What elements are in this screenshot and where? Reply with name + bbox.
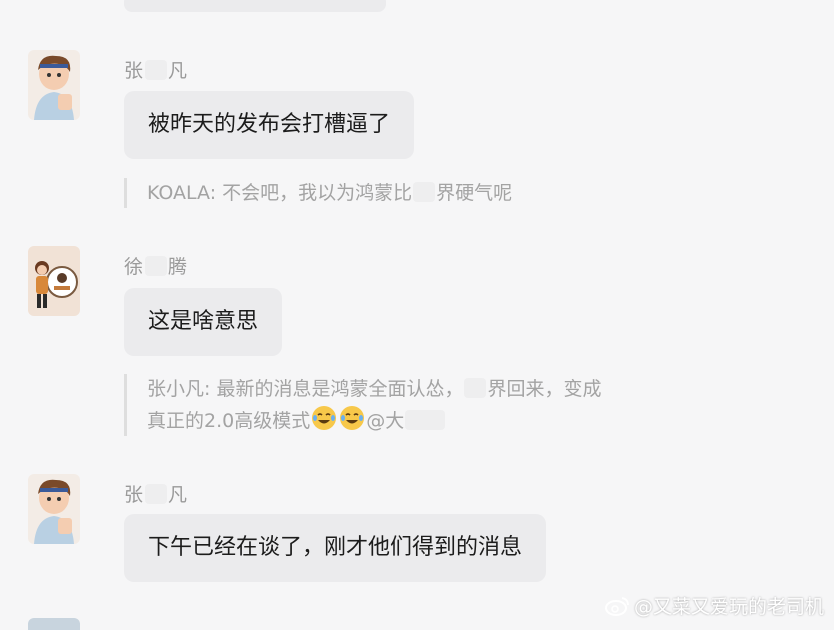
laughing-tears-emoji-icon: [340, 406, 365, 430]
message-bubble[interactable]: 下午已经在谈了，刚才他们得到的消息: [124, 514, 547, 582]
cartoon-boy-avatar-icon: [28, 474, 80, 544]
weibo-logo-icon: [604, 597, 629, 616]
laughing-tears-emoji-icon: [312, 406, 337, 430]
user-avatar[interactable]: [28, 246, 80, 316]
sender-name-prefix: 张: [124, 60, 145, 82]
quote-text-prefix: KOALA: 不会吧，我以为鸿蒙比: [147, 182, 413, 204]
quoted-reply[interactable]: 张小凡: 最新的消息是鸿蒙全面认怂， 界回来，变成 真正的2.0高级模式 @大: [124, 374, 601, 436]
name-redaction: [145, 484, 168, 504]
quote-mention: @大: [366, 410, 405, 432]
user-avatar[interactable]: [28, 474, 80, 544]
watermark-text: @又菜又爱玩的老司机: [633, 596, 824, 618]
name-redaction: [145, 256, 168, 276]
name-redaction: [145, 60, 168, 80]
user-avatar[interactable]: [28, 50, 80, 120]
message-bubble[interactable]: 这是啥意思: [124, 288, 283, 356]
cartoon-boy-avatar-icon: [28, 50, 80, 120]
sender-name: 张凡: [124, 480, 188, 507]
quote-line-1: 张小凡: 最新的消息是鸿蒙全面认怂， 界回来，变成: [147, 374, 601, 404]
quote-redaction: [413, 182, 436, 202]
watermark: @又菜又爱玩的老司机: [604, 592, 824, 619]
previous-message-bubble: [124, 0, 386, 12]
message-bubble[interactable]: 被昨天的发布会打槽逼了: [124, 91, 415, 159]
sender-name-suffix: 凡: [168, 484, 189, 506]
quote-text-main: 真正的2.0高级模式: [147, 410, 311, 432]
sender-name-suffix: 腾: [168, 256, 189, 278]
quote-line-2: 真正的2.0高级模式 @大: [147, 404, 601, 436]
quoted-reply[interactable]: KOALA: 不会吧，我以为鸿蒙比 界硬气呢: [124, 178, 512, 208]
sender-name-suffix: 凡: [168, 60, 189, 82]
quote-redaction: [464, 378, 487, 398]
sender-name-prefix: 徐: [124, 256, 145, 278]
quote-text-suffix: 界硬气呢: [436, 182, 513, 204]
sender-name-prefix: 张: [124, 484, 145, 506]
quote-text-prefix: 张小凡: 最新的消息是鸿蒙全面认怂，: [147, 378, 464, 400]
cartoon-badge-avatar-icon: [28, 246, 80, 316]
quote-redaction: [405, 410, 446, 430]
next-message-avatar: [28, 618, 80, 630]
sender-name: 张凡: [124, 56, 188, 83]
sender-name: 徐腾: [124, 252, 188, 279]
quote-text-suffix: 界回来，变成: [487, 378, 602, 400]
